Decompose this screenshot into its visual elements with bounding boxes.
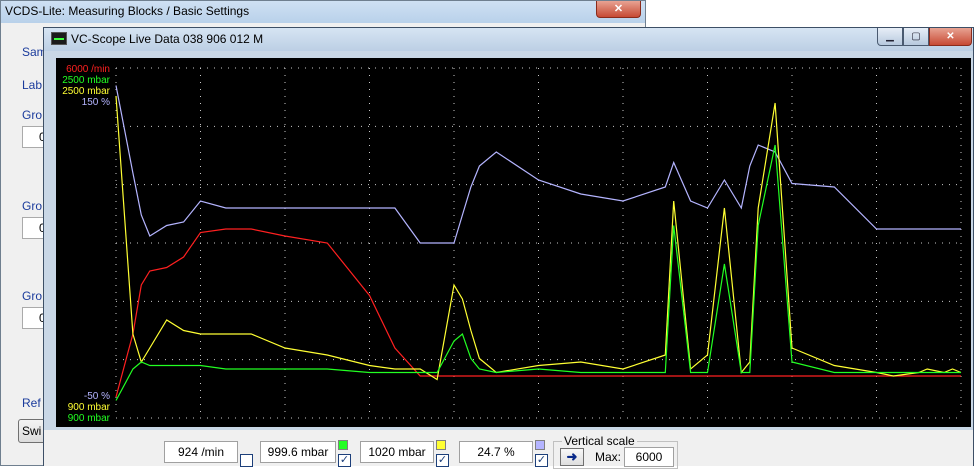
scale-top-label-2: 2500 mbar [62, 86, 110, 97]
percent-checkbox[interactable]: ✓ [535, 454, 548, 467]
pressure1-readout: 999.6 mbar [260, 441, 336, 463]
max-label: Max: [595, 450, 622, 464]
scope-controls: 924 /min 999.6 mbar ✓ 1020 mbar ✓ 24.7 %… [44, 430, 973, 469]
group-3-label: Gro [22, 289, 43, 303]
maximize-button[interactable]: ▢ [903, 28, 929, 46]
max-scale-input[interactable]: 6000 [624, 447, 674, 467]
pressure1-checkbox[interactable]: ✓ [338, 454, 351, 467]
apply-scale-arrow-button[interactable]: ➜ [560, 448, 584, 466]
scale-bottom-label-2: 900 mbar [68, 413, 111, 424]
rpm-readout: 924 /min [164, 441, 238, 463]
percent-readout: 24.7 % [459, 441, 533, 463]
refresh-label: Ref [22, 396, 41, 410]
group-2-label: Gro [22, 199, 43, 213]
scope-titlebar[interactable]: VC-Scope Live Data 038 906 012 M [44, 28, 973, 51]
scale-top-label-3: 150 % [82, 97, 110, 108]
vertical-scale-label: Vertical scale [562, 434, 637, 448]
vcds-titlebar[interactable]: VCDS-Lite: Measuring Blocks / Basic Sett… [1, 1, 645, 23]
vc-scope-window: VC-Scope Live Data 038 906 012 M ▁ ▢ ✕ 6… [43, 27, 974, 469]
scope-window-title: VC-Scope Live Data 038 906 012 M [71, 32, 264, 46]
pressure1-color-swatch [338, 440, 348, 450]
minimize-button[interactable]: ▁ [877, 28, 903, 46]
percent-color-swatch [535, 440, 545, 450]
scope-app-icon [51, 32, 67, 45]
scale-top-label-1: 2500 mbar [62, 75, 110, 86]
close-button[interactable]: ✕ [929, 28, 972, 46]
vcds-window-title: VCDS-Lite: Measuring Blocks / Basic Sett… [5, 4, 250, 18]
rpm-checkbox[interactable] [240, 454, 253, 467]
pressure2-color-swatch [436, 440, 446, 450]
vcds-close-button[interactable]: ✕ [596, 1, 641, 18]
scale-bottom-label-0: -50 % [84, 391, 110, 402]
live-data-chart: 6000 /min2500 mbar2500 mbar150 %-50 %900… [56, 58, 971, 427]
pressure2-checkbox[interactable]: ✓ [436, 454, 449, 467]
label-label: Lab [22, 78, 43, 92]
scale-top-label-0: 6000 /min [66, 64, 110, 75]
pressure2-readout: 1020 mbar [360, 441, 434, 463]
scale-bottom-label-1: 900 mbar [68, 402, 111, 413]
group-1-label: Gro [22, 108, 43, 122]
